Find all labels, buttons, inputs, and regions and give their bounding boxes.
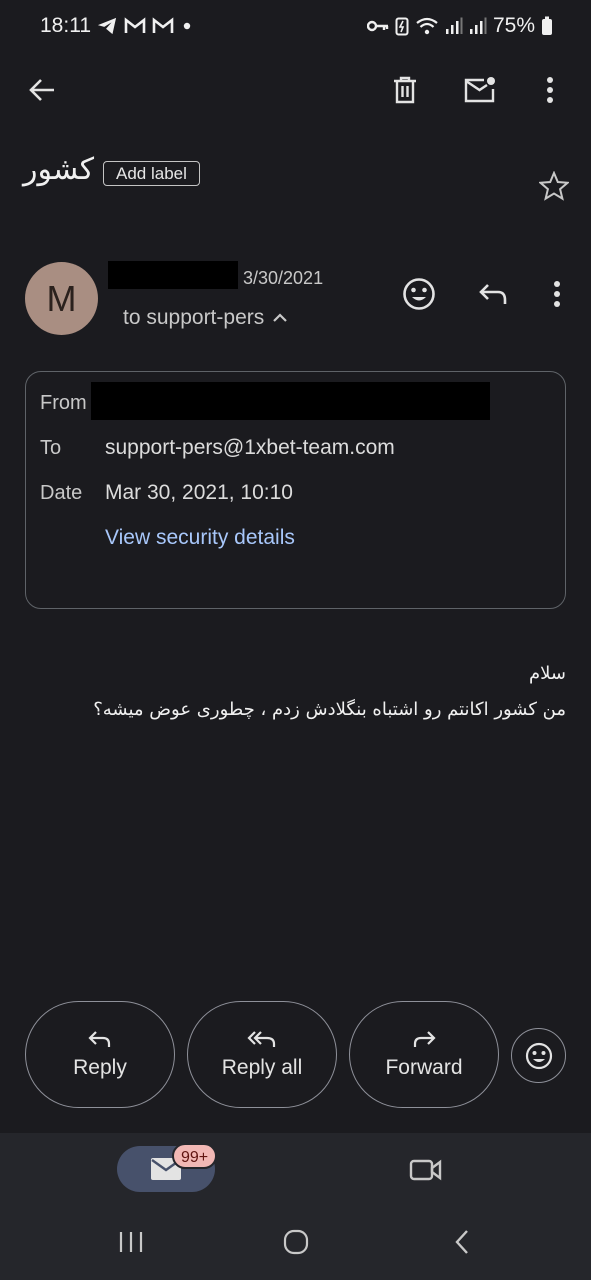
video-camera-icon	[409, 1158, 443, 1182]
email-date: 3/30/2021	[243, 268, 324, 288]
emoji-icon	[402, 277, 436, 311]
dot-icon	[180, 19, 194, 33]
recent-apps-button[interactable]	[111, 1222, 151, 1262]
star-icon	[539, 171, 569, 201]
mail-unread-icon	[463, 76, 497, 104]
recents-icon	[118, 1231, 144, 1253]
star-button[interactable]	[534, 166, 574, 206]
reply-all-icon	[247, 1030, 277, 1048]
gmail-icon	[152, 17, 174, 35]
battery-icon	[541, 16, 553, 36]
react-emoji-button[interactable]	[511, 1028, 566, 1083]
system-back-button[interactable]	[442, 1222, 482, 1262]
battery-saver-icon	[395, 16, 409, 36]
date-value: Mar 30, 2021, 10:10	[105, 481, 293, 504]
avatar[interactable]: M	[25, 262, 98, 335]
message-more-button[interactable]	[536, 273, 578, 315]
from-label: From	[40, 392, 87, 414]
more-vert-icon	[546, 76, 554, 104]
react-button[interactable]	[398, 273, 440, 315]
redacted-sender-name	[108, 261, 238, 289]
add-label-button[interactable]: Add label	[103, 161, 200, 186]
home-icon	[283, 1229, 309, 1255]
unread-count-badge: 99+	[172, 1143, 218, 1169]
status-time: 18:11	[40, 14, 91, 37]
emoji-icon	[525, 1042, 553, 1070]
chevron-left-icon	[454, 1229, 470, 1255]
reply-icon	[478, 283, 508, 305]
notification-icons	[96, 16, 194, 36]
back-button[interactable]	[22, 70, 62, 110]
reply-all-button[interactable]: Reply all	[187, 1001, 337, 1108]
reply-icon	[88, 1030, 112, 1048]
body-line-greeting: سلام	[529, 663, 566, 684]
to-label: To	[40, 437, 62, 459]
back-arrow-icon	[28, 77, 56, 103]
recipient-summary[interactable]: to support-pers	[123, 306, 288, 330]
status-right: 75%	[366, 14, 553, 38]
to-address[interactable]: support-pers@1xbet-team.com	[105, 436, 395, 460]
home-button[interactable]	[276, 1222, 316, 1262]
email-subject: کشور	[22, 152, 94, 187]
date-label: Date	[40, 482, 83, 504]
delete-button[interactable]	[385, 70, 425, 110]
forward-button[interactable]: Forward	[349, 1001, 499, 1108]
mark-unread-button[interactable]	[460, 70, 500, 110]
forward-icon	[412, 1030, 436, 1048]
battery-percent: 75%	[492, 14, 535, 37]
security-details-link[interactable]: View security details	[105, 526, 295, 550]
key-icon	[366, 19, 389, 33]
telegram-icon	[96, 16, 118, 36]
wifi-icon	[415, 16, 439, 36]
forward-label: Forward	[385, 1055, 463, 1079]
reply-icon-button[interactable]	[472, 273, 514, 315]
chevron-up-icon	[272, 313, 288, 323]
recipient-summary-text: to support-pers	[123, 306, 265, 329]
reply-label: Reply	[73, 1055, 127, 1079]
gmail-icon	[124, 17, 146, 35]
redacted-from-address	[91, 382, 490, 420]
reply-all-label: Reply all	[221, 1055, 303, 1079]
more-options-button[interactable]	[530, 70, 570, 110]
reply-button[interactable]: Reply	[25, 1001, 175, 1108]
trash-icon	[393, 76, 417, 104]
more-vert-icon	[553, 280, 561, 308]
nav-meet-tab[interactable]	[404, 1150, 448, 1190]
body-line-message: من کشور اکانتم رو اشتباه بنگلادش زدم ، چ…	[93, 699, 566, 720]
signal-icon	[469, 17, 487, 35]
signal-icon	[445, 17, 463, 35]
